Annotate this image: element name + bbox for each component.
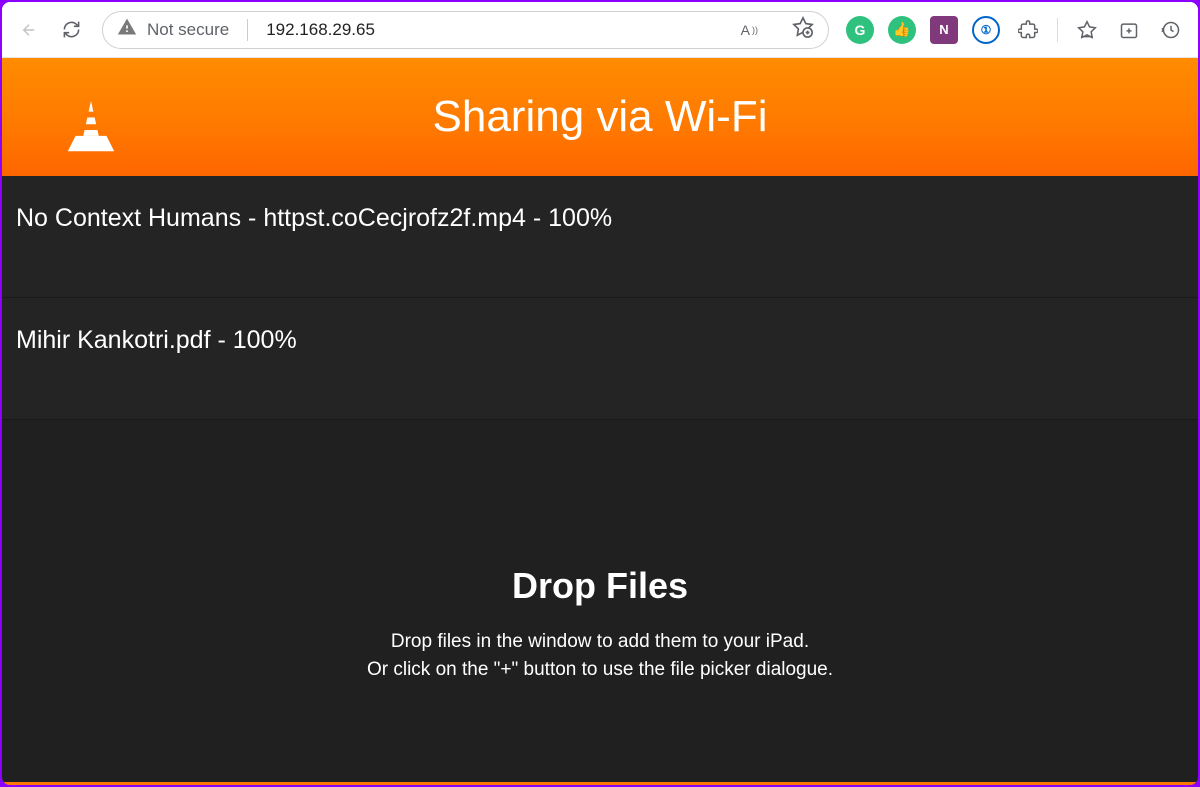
extension-grammarly-icon[interactable]: G xyxy=(841,11,879,49)
address-bar[interactable]: Not secure 192.168.29.65 A)) xyxy=(102,11,829,49)
url-text: 192.168.29.65 xyxy=(266,20,375,40)
browser-window: Not secure 192.168.29.65 A)) G 👍 N ① xyxy=(2,2,1198,785)
file-status: Mihir Kankotri.pdf - 100% xyxy=(16,326,297,354)
footer-accent-line xyxy=(2,782,1198,785)
back-button xyxy=(10,11,48,49)
extensions-button[interactable] xyxy=(1009,11,1047,49)
vlc-cone-icon xyxy=(62,99,120,168)
extension-1password-icon[interactable]: ① xyxy=(967,11,1005,49)
extension-thumbs-icon[interactable]: 👍 xyxy=(883,11,921,49)
not-secure-label: Not secure xyxy=(147,20,229,40)
extension-onenote-icon[interactable]: N xyxy=(925,11,963,49)
refresh-button[interactable] xyxy=(52,11,90,49)
page-header: Sharing via Wi-Fi xyxy=(2,58,1198,176)
separator xyxy=(247,19,248,41)
favorite-icon[interactable] xyxy=(792,16,814,43)
toolbar-separator xyxy=(1057,18,1058,42)
not-secure-icon xyxy=(117,17,137,42)
favorites-button[interactable] xyxy=(1068,11,1106,49)
file-row: Mihir Kankotri.pdf - 100% xyxy=(2,298,1198,420)
file-status: No Context Humans - httpst.coCecjrofz2f.… xyxy=(16,204,612,232)
collections-button[interactable] xyxy=(1110,11,1148,49)
page-title: Sharing via Wi-Fi xyxy=(433,92,768,142)
drop-title: Drop Files xyxy=(512,565,688,607)
file-row: No Context Humans - httpst.coCecjrofz2f.… xyxy=(2,176,1198,298)
browser-toolbar: Not secure 192.168.29.65 A)) G 👍 N ① xyxy=(2,2,1198,58)
drop-zone[interactable]: Drop Files Drop files in the window to a… xyxy=(2,420,1198,782)
history-button[interactable] xyxy=(1152,11,1190,49)
page-content: Sharing via Wi-Fi No Context Humans - ht… xyxy=(2,58,1198,785)
drop-instruction-1: Drop files in the window to add them to … xyxy=(391,631,809,653)
drop-instruction-2: Or click on the "+" button to use the fi… xyxy=(367,659,833,681)
read-aloud-icon[interactable]: A)) xyxy=(741,22,758,38)
